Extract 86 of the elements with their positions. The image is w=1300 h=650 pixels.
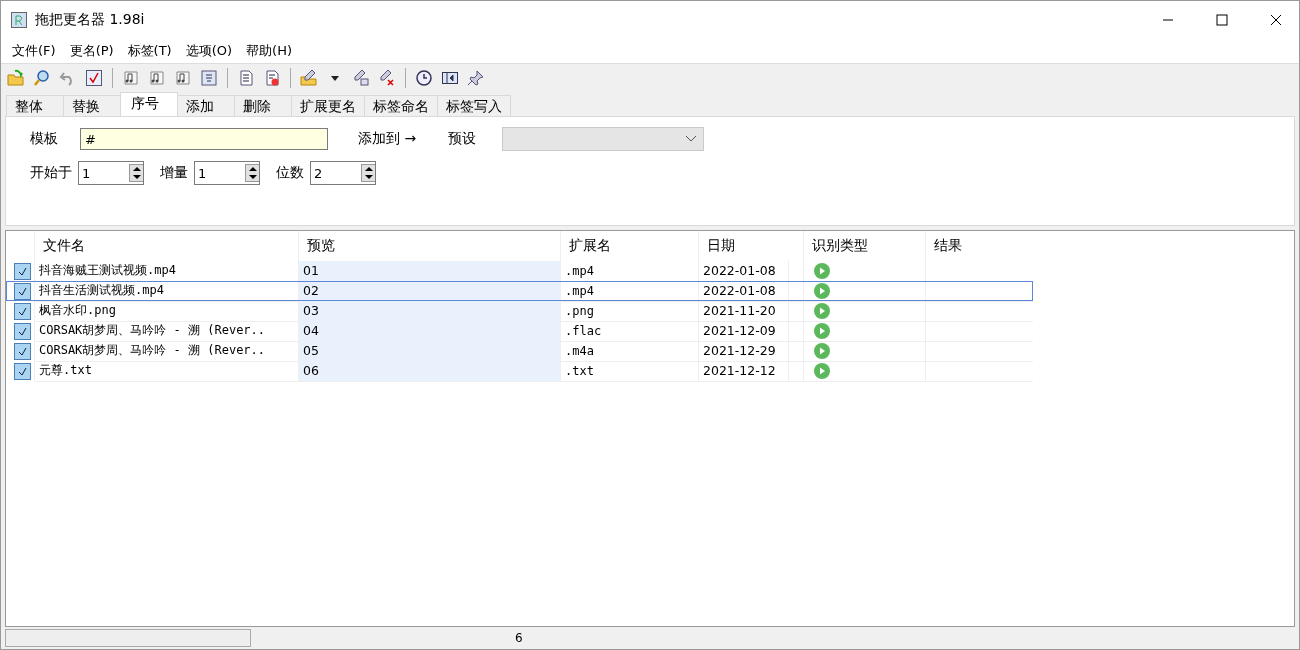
file-name-cell: 抖音生活测试视频.mp4 xyxy=(34,280,298,302)
preview-cell: 01 xyxy=(298,260,560,282)
tab[interactable]: 整体 xyxy=(6,95,64,116)
file-count: 6 xyxy=(515,631,523,645)
preview-cell: 02 xyxy=(298,280,560,302)
play-icon xyxy=(814,362,830,379)
play-icon xyxy=(814,282,830,299)
number-input[interactable]: 1 xyxy=(195,165,245,181)
close-icon xyxy=(1270,14,1282,26)
maximize-icon xyxy=(1216,14,1228,26)
clock-icon[interactable] xyxy=(413,67,435,89)
tab[interactable]: 序号 xyxy=(120,92,178,116)
spin-arrows-icon[interactable] xyxy=(361,164,375,182)
number-spinner[interactable]: 1 xyxy=(194,161,260,185)
add-to-label: 添加到 → xyxy=(358,130,417,148)
play-icon xyxy=(814,262,830,279)
spinner-label: 位数 xyxy=(276,164,304,182)
preview-cell: 05 xyxy=(298,340,560,362)
file-name-cell: 元尊.txt xyxy=(34,360,298,382)
file-row[interactable]: 抖音海贼王测试视频.mp4 01 .mp4 2022-01-08 xyxy=(6,261,1033,281)
checkbox[interactable] xyxy=(14,302,31,320)
preview-cell: 04 xyxy=(298,320,560,342)
file-row[interactable]: CORSAK胡梦周、马吟吟 - 溯 (Rever.. 04 .flac 2021-12-09 xyxy=(6,321,1033,341)
extension-cell: .png xyxy=(560,300,698,322)
checkbox[interactable] xyxy=(14,342,31,360)
date-cell: 2022-01-08 xyxy=(698,280,788,302)
extension-cell: .txt xyxy=(560,360,698,382)
tab[interactable]: 添加 xyxy=(177,95,235,116)
extension-cell: .m4a xyxy=(560,340,698,362)
menu-item[interactable]: 标签(T) xyxy=(120,40,179,62)
folder-arrow-icon[interactable] xyxy=(5,67,27,89)
extension-cell: .mp4 xyxy=(560,280,698,302)
file-name-cell: CORSAK胡梦周、马吟吟 - 溯 (Rever.. xyxy=(34,320,298,342)
menu-item[interactable]: 选项(O) xyxy=(178,40,240,62)
number-spinner[interactable]: 1 xyxy=(78,161,144,185)
date-cell: 2021-12-29 xyxy=(698,340,788,362)
template-field[interactable]: # xyxy=(80,128,328,150)
tab[interactable]: 替换 xyxy=(63,95,121,116)
spinner-label: 增量 xyxy=(160,164,188,182)
checkbox[interactable] xyxy=(14,262,31,280)
menu-item[interactable]: 更名(P) xyxy=(62,40,121,62)
caret-icon xyxy=(685,135,698,143)
menu-item[interactable]: 文件(F) xyxy=(5,40,63,62)
checkbox[interactable] xyxy=(14,282,31,300)
pencil-folder-icon[interactable] xyxy=(298,67,320,89)
date-cell: 2021-12-12 xyxy=(698,360,788,382)
file-row[interactable]: CORSAK胡梦周、马吟吟 - 溯 (Rever.. 05 .m4a 2021-12-29 xyxy=(6,341,1033,361)
number-input[interactable]: 1 xyxy=(79,165,129,181)
checkbox[interactable] xyxy=(14,362,31,380)
date-cell: 2022-01-08 xyxy=(698,260,788,282)
tab[interactable]: 删除 xyxy=(234,95,292,116)
column-header[interactable]: 日期 xyxy=(698,231,788,261)
preview-cell: 06 xyxy=(298,360,560,382)
menu-item[interactable]: 帮助(H) xyxy=(239,40,299,62)
file-name-cell: 枫音水印.png xyxy=(34,300,298,322)
play-icon xyxy=(814,322,830,339)
play-icon xyxy=(814,342,830,359)
window-title: 拖把更名器 1.98i xyxy=(35,11,146,29)
play-icon xyxy=(814,302,830,319)
date-cell: 2021-12-09 xyxy=(698,320,788,342)
preview-cell: 03 xyxy=(298,300,560,322)
checkmark-icon[interactable] xyxy=(83,67,105,89)
tab[interactable]: 扩展更名 xyxy=(291,95,365,116)
file-name-cell: CORSAK胡梦周、马吟吟 - 溯 (Rever.. xyxy=(34,340,298,362)
app-icon xyxy=(11,12,27,28)
column-header[interactable]: 扩展名 xyxy=(560,231,698,261)
tab[interactable]: 标签写入 xyxy=(437,95,511,116)
preset-label: 预设 xyxy=(448,130,477,148)
file-row[interactable]: 元尊.txt 06 .txt 2021-12-12 xyxy=(6,361,1033,381)
document-icon[interactable] xyxy=(198,67,220,89)
date-cell: 2021-11-20 xyxy=(698,300,788,322)
column-header[interactable]: 结果 xyxy=(925,231,1033,261)
file-row[interactable]: 枫音水印.png 03 .png 2021-11-20 xyxy=(6,301,1033,321)
file-row[interactable]: 抖音生活测试视频.mp4 02 .mp4 2022-01-08 xyxy=(6,281,1033,301)
column-header[interactable]: 文件名 xyxy=(34,231,298,261)
spinner-label: 开始于 xyxy=(30,164,72,182)
number-input[interactable]: 2 xyxy=(311,165,361,181)
number-spinner[interactable]: 2 xyxy=(310,161,376,185)
checkbox[interactable] xyxy=(14,322,31,340)
spin-arrows-icon[interactable] xyxy=(129,164,143,182)
column-header[interactable]: 识别类型 xyxy=(803,231,925,261)
template-label: 模板 xyxy=(30,130,58,148)
spin-arrows-icon[interactable] xyxy=(245,164,259,182)
extension-cell: .mp4 xyxy=(560,260,698,282)
tab[interactable]: 标签命名 xyxy=(364,95,438,116)
extension-cell: .flac xyxy=(560,320,698,342)
